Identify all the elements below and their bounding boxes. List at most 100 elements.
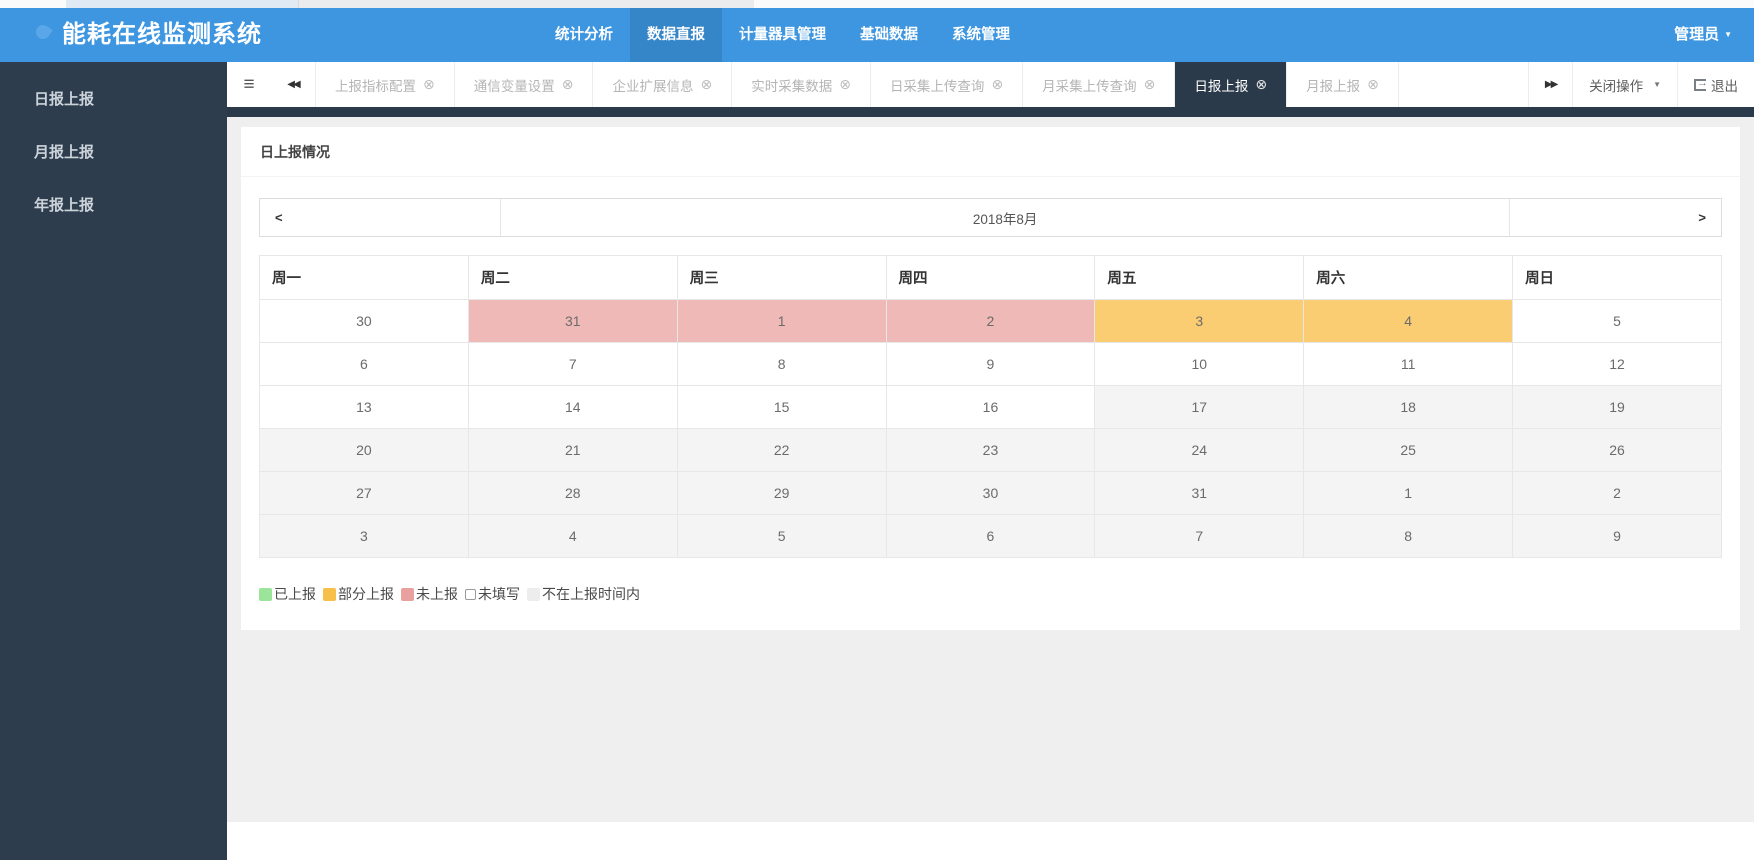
calendar-day-cell[interactable]: 3 (1095, 300, 1304, 343)
tab-close-icon[interactable]: ⊗ (991, 76, 1003, 93)
legend-color-swatch (527, 588, 540, 601)
calendar-day-cell[interactable]: 27 (260, 472, 469, 515)
legend-color-swatch (465, 589, 476, 600)
calendar-day-cell[interactable]: 18 (1304, 386, 1513, 429)
calendar-day-cell[interactable]: 8 (677, 343, 886, 386)
calendar-week-row: 272829303112 (260, 472, 1722, 515)
legend-item: 不在上报时间内 (527, 584, 640, 604)
tab[interactable]: 上报指标配置 ⊗ (315, 62, 454, 107)
hamburger-icon: ≡ (243, 74, 254, 96)
footer-strip (227, 822, 1754, 862)
user-menu[interactable]: 管理员 ▼ (1674, 8, 1732, 62)
calendar-day-cell[interactable]: 4 (1304, 300, 1513, 343)
calendar-day-cell[interactable]: 16 (886, 386, 1095, 429)
nav-item[interactable]: 基础数据 (843, 8, 935, 62)
top-navbar: 能耗在线监测系统 统计分析数据直报计量器具管理基础数据系统管理 管理员▼ (0, 8, 1754, 62)
nav-item[interactable]: 计量器具管理 (722, 8, 843, 62)
tab[interactable]: 日采集上传查询 ⊗ (870, 62, 1022, 107)
calendar-day-cell[interactable]: 6 (260, 343, 469, 386)
calendar-day-cell[interactable]: 11 (1304, 343, 1513, 386)
calendar-day-cell[interactable]: 7 (468, 343, 677, 386)
calendar-day-cell[interactable]: 3 (260, 515, 469, 558)
chevron-down-icon: ▼ (1724, 8, 1732, 62)
tab-close-icon[interactable]: ⊗ (700, 76, 712, 93)
close-operations-dropdown[interactable]: 关闭操作 ▼ (1572, 62, 1677, 107)
calendar-day-cell[interactable]: 6 (886, 515, 1095, 558)
nav-item[interactable]: 系统管理 (935, 8, 1027, 62)
tab[interactable]: 月采集上传查询⊗ (1022, 62, 1174, 107)
weekday-header: 周四 (886, 256, 1095, 300)
tab-close-icon[interactable]: ⊗ (1255, 76, 1267, 93)
calendar-day-cell[interactable]: 8 (1304, 515, 1513, 558)
calendar-day-cell[interactable]: 5 (1513, 300, 1722, 343)
tab[interactable]: 通信变量设置 ⊗ (454, 62, 593, 107)
tab[interactable]: 实时采集数据 ⊗ (731, 62, 870, 107)
calendar-day-cell[interactable]: 23 (886, 429, 1095, 472)
exit-button[interactable]: 退出 (1677, 62, 1754, 107)
sidebar-item[interactable]: 月报上报 (0, 126, 227, 179)
calendar-day-cell[interactable]: 9 (1513, 515, 1722, 558)
calendar-day-cell[interactable]: 10 (1095, 343, 1304, 386)
calendar-day-cell[interactable]: 21 (468, 429, 677, 472)
calendar-day-cell[interactable]: 30 (886, 472, 1095, 515)
calendar-day-cell[interactable]: 17 (1095, 386, 1304, 429)
calendar-day-cell[interactable]: 31 (468, 300, 677, 343)
calendar-day-cell[interactable]: 9 (886, 343, 1095, 386)
tab-label: 日采集上传查询 (890, 75, 985, 95)
chevron-down-icon: ▼ (1653, 80, 1661, 89)
calendar-day-cell[interactable]: 30 (260, 300, 469, 343)
app-logo-icon (33, 22, 52, 41)
nav-item[interactable]: 数据直报 (630, 8, 722, 62)
close-operations-label: 关闭操作 (1589, 75, 1643, 95)
calendar-day-cell[interactable]: 1 (677, 300, 886, 343)
scroll-tabs-right-button[interactable]: ▶▶ (1528, 62, 1572, 107)
tab-label: 上报指标配置 (335, 75, 416, 95)
tab-label: 实时采集数据 (751, 75, 832, 95)
sidebar-menu: 日报上报月报上报年报上报 (0, 62, 227, 232)
legend-item: 未上报 (401, 584, 458, 604)
calendar-day-cell[interactable]: 12 (1513, 343, 1722, 386)
calendar-day-cell[interactable]: 20 (260, 429, 469, 472)
sign-out-icon (1694, 79, 1706, 91)
calendar-day-cell[interactable]: 29 (677, 472, 886, 515)
calendar-day-cell[interactable]: 22 (677, 429, 886, 472)
calendar-day-cell[interactable]: 31 (1095, 472, 1304, 515)
calendar-day-cell[interactable]: 25 (1304, 429, 1513, 472)
legend-label: 未上报 (416, 584, 458, 604)
sidebar-item[interactable]: 年报上报 (0, 179, 227, 232)
next-month-button[interactable]: > (1509, 199, 1721, 236)
weekday-header: 周日 (1513, 256, 1722, 300)
scroll-tabs-left-button[interactable]: ◀◀ (271, 62, 315, 107)
calendar-day-cell[interactable]: 26 (1513, 429, 1722, 472)
tab-close-icon[interactable]: ⊗ (562, 76, 574, 93)
calendar-day-cell[interactable]: 1 (1304, 472, 1513, 515)
tab-close-icon[interactable]: ⊗ (1144, 76, 1156, 93)
tab[interactable]: 日报上报⊗ (1174, 62, 1286, 107)
prev-month-button[interactable]: < (260, 199, 501, 236)
sidebar-item[interactable]: 日报上报 (0, 73, 227, 126)
calendar-day-cell[interactable]: 14 (468, 386, 677, 429)
double-right-arrow-icon: ▶▶ (1545, 79, 1556, 90)
tab[interactable]: 月报上报⊗ (1286, 62, 1398, 107)
nav-item[interactable]: 统计分析 (538, 8, 630, 62)
calendar-day-cell[interactable]: 7 (1095, 515, 1304, 558)
user-name: 管理员 (1674, 26, 1719, 43)
tab-close-icon[interactable]: ⊗ (423, 76, 435, 93)
sidebar-toggle-button[interactable]: ≡ (227, 62, 271, 107)
tab-label: 通信变量设置 (474, 75, 555, 95)
tab-close-icon[interactable]: ⊗ (839, 76, 851, 93)
calendar-day-cell[interactable]: 15 (677, 386, 886, 429)
calendar-day-cell[interactable]: 4 (468, 515, 677, 558)
calendar-day-cell[interactable]: 2 (886, 300, 1095, 343)
calendar-day-cell[interactable]: 13 (260, 386, 469, 429)
calendar-day-cell[interactable]: 28 (468, 472, 677, 515)
calendar-day-cell[interactable]: 2 (1513, 472, 1722, 515)
tab[interactable]: 企业扩展信息⊗ (592, 62, 731, 107)
calendar-day-cell[interactable]: 19 (1513, 386, 1722, 429)
weekday-header: 周一 (260, 256, 469, 300)
weekday-header: 周三 (677, 256, 886, 300)
calendar-day-cell[interactable]: 5 (677, 515, 886, 558)
tab-bar: ≡ ◀◀ 上报指标配置⊗通信变量设置⊗企业扩展信息⊗实时采集数据⊗日采集上传查询… (227, 62, 1754, 107)
calendar-day-cell[interactable]: 24 (1095, 429, 1304, 472)
tab-close-icon[interactable]: ⊗ (1367, 76, 1379, 93)
